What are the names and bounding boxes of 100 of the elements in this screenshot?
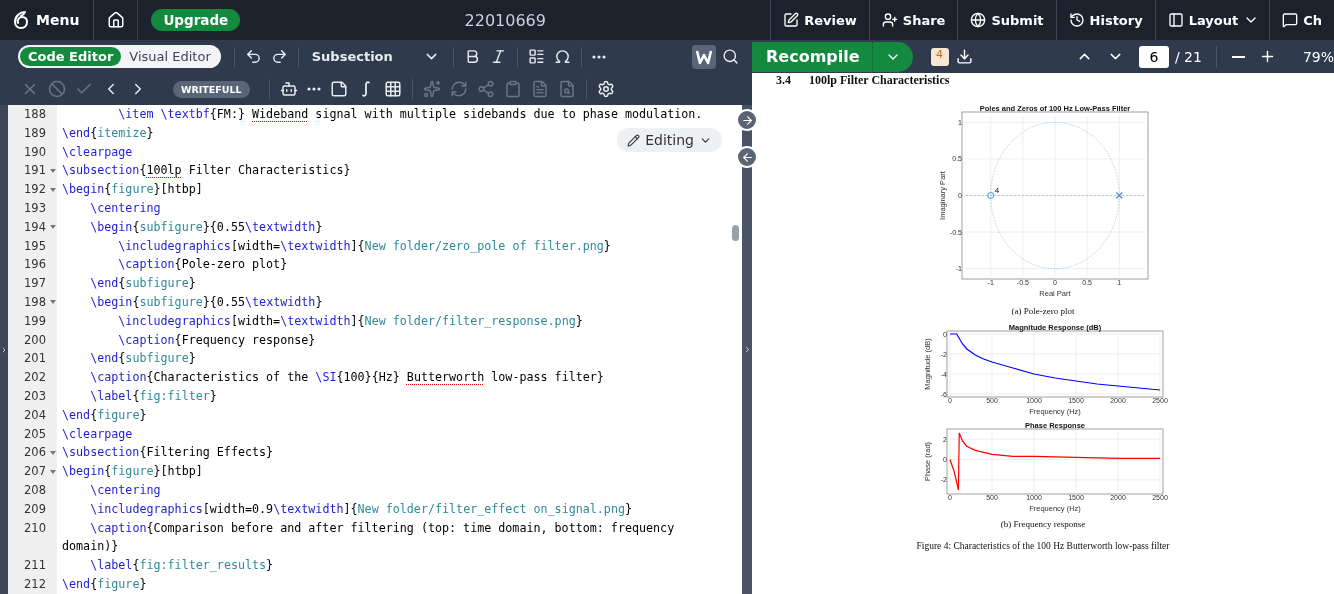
subfigure-caption: (a) Pole-zero plot <box>1011 306 1075 316</box>
code-line: \end{subfigure} <box>89 351 196 366</box>
download-icon <box>955 48 973 65</box>
line-number: 209 <box>24 500 47 518</box>
chevron-right-icon <box>0 345 8 354</box>
line-number: 190 <box>24 143 47 161</box>
document-icon <box>530 80 549 98</box>
code-line: \centering <box>89 482 161 497</box>
section-heading: 100lp Filter Characteristics <box>809 73 950 87</box>
line-number: 203 <box>24 387 47 405</box>
home-icon <box>106 11 125 29</box>
note-icon <box>329 80 348 98</box>
cross-marker <box>1115 191 1123 200</box>
code-line: \end{subfigure} <box>89 276 196 291</box>
search-document-icon <box>557 80 576 98</box>
line-number: 204 <box>24 406 47 424</box>
code-line: \label{fig:filter} <box>89 388 217 403</box>
line-number: 207 <box>24 463 47 481</box>
code-line: \begin{figure}[htbp] <box>62 182 203 197</box>
editor-mode-tab[interactable]: Code Editor <box>20 47 122 66</box>
table-icon <box>383 80 402 98</box>
code-line: \caption{Characteristics of the \SI{100}{Hz} Butterworth low-pass filter} <box>89 370 604 385</box>
page-total: / 21 <box>1174 48 1202 65</box>
sparkles-icon <box>422 80 441 98</box>
code-line: \end{figure} <box>62 576 147 591</box>
arrow-right-icon <box>740 113 754 127</box>
line-number: 198 <box>24 293 47 311</box>
line-number: 206 <box>24 444 47 462</box>
omega-icon <box>553 48 571 65</box>
code-line: \includegraphics[width=\textwidth]{New folder/zero_pole of filter.png} <box>117 238 611 253</box>
undo-icon <box>244 48 262 65</box>
fold-arrow-icon[interactable] <box>49 187 56 192</box>
line-number: 188 <box>24 106 47 123</box>
code-line: \clearpage <box>62 426 133 441</box>
fold-arrow-icon[interactable] <box>49 168 56 173</box>
code-line: \caption{Pole-zero plot} <box>117 257 288 272</box>
chat-icon <box>1282 12 1299 28</box>
line-number: 200 <box>24 331 47 349</box>
globe-icon <box>970 12 987 28</box>
list-icon <box>527 48 545 65</box>
code-line: \caption{Frequency response} <box>117 332 316 347</box>
fold-arrow-icon[interactable] <box>49 469 56 474</box>
minus-icon <box>1231 55 1245 58</box>
line-number: 199 <box>24 312 47 330</box>
line-number: 210 <box>24 519 47 537</box>
line-number: 202 <box>24 369 47 387</box>
writefull-toggle[interactable] <box>692 44 716 69</box>
history-icon <box>1068 12 1085 28</box>
scrollbar-thumb[interactable] <box>732 225 739 241</box>
line-number: 212 <box>24 575 47 593</box>
line-number: 191 <box>24 162 47 180</box>
code-line: \label{fig:filter_results} <box>89 558 274 573</box>
code-line: \begin{subfigure}{0.55\textwidth} <box>89 294 323 309</box>
writefull-button[interactable]: WRITEFULL <box>173 80 250 98</box>
robot-icon <box>279 80 298 98</box>
dots-icon <box>306 87 321 91</box>
fold-arrow-icon[interactable] <box>49 225 56 230</box>
clipboard-icon <box>503 80 522 98</box>
fold-arrow-icon[interactable] <box>49 450 56 455</box>
pencil-square-icon <box>783 12 800 28</box>
line-number: 195 <box>24 237 47 255</box>
code-line: \begin{figure}[htbp] <box>62 464 203 479</box>
code-line: \begin{subfigure}{0.55\textwidth} <box>89 219 323 234</box>
line-number: 194 <box>24 218 47 236</box>
fold-arrow-icon[interactable] <box>49 300 56 305</box>
line-number: 201 <box>24 350 47 368</box>
zoom-level[interactable]: 79% <box>1302 48 1334 65</box>
circle-marker <box>987 192 995 199</box>
line-number: 192 <box>24 181 47 199</box>
line-number: 205 <box>24 425 47 443</box>
editor-mode-tab[interactable]: Visual Editor <box>121 47 219 66</box>
code-line: \item \textbf{FM:} Wideband signal with multiple sidebands due to phase modulation. <box>117 107 703 121</box>
code-line: \includegraphics[width=0.9\textwidth]{New folder/filter_effect on_signal.png} <box>89 501 632 516</box>
subfigure-caption: (b) Frequency response <box>1000 519 1086 529</box>
ban-icon <box>48 80 66 98</box>
line-number: 196 <box>24 256 47 274</box>
figure-caption: Figure 4: Characteristics of the 100 Hz Butterworth low-pass filter <box>916 541 1170 551</box>
code-line: \end{figure} <box>62 407 147 422</box>
arrow-left-icon <box>740 150 754 164</box>
line-number: 211 <box>24 557 47 575</box>
upgrade-button[interactable]: Upgrade <box>151 9 241 31</box>
line-number: 193 <box>24 200 47 217</box>
refresh-icon <box>449 80 468 98</box>
project-title: 22010669 <box>464 10 546 30</box>
leaf-logo-icon <box>12 10 30 30</box>
user-plus-icon <box>881 12 898 28</box>
code-line: \subsection{100lp Filter Characteristics} <box>62 163 351 178</box>
annotation: 4 <box>994 185 1000 195</box>
line-number: 189 <box>24 124 47 142</box>
code-line: \end{itemize} <box>62 125 154 140</box>
page-number-field[interactable]: 6 <box>1138 45 1169 68</box>
panel-icon <box>1167 12 1184 28</box>
redo-icon <box>270 48 288 65</box>
pencil-icon <box>627 133 641 147</box>
code-line: \includegraphics[width=\textwidth]{New folder/filter_response.png} <box>117 313 583 328</box>
section-style-dropdown[interactable]: Subsection <box>305 48 446 65</box>
code-line: \centering <box>89 201 161 215</box>
editing-mode-button[interactable]: Editing <box>617 128 722 152</box>
section-number: 3.4 <box>776 73 791 87</box>
share-icon <box>476 80 495 98</box>
